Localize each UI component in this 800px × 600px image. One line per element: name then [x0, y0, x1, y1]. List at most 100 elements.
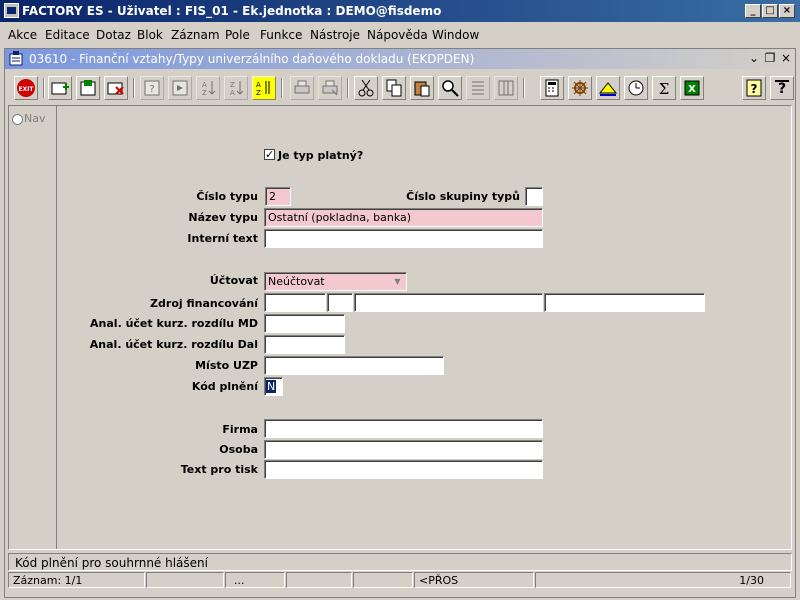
text-pro-tisk-label: Text pro tisk [180, 463, 258, 476]
print-setup-icon[interactable] [318, 76, 342, 100]
toolbar: EXIT ? AZ ZA AZ Σ X ? ? [6, 72, 794, 104]
misto-uzp-label: Místo UZP [195, 359, 258, 372]
form-icon [9, 51, 23, 66]
nav-column: Nav [9, 106, 57, 549]
anal-md-label: Anal. účet kurz. rozdílu MD [90, 317, 258, 330]
paste-icon[interactable] [410, 76, 434, 100]
interni-text-label: Interní text [187, 232, 258, 245]
form-title-bar: 03610 - Finanční vztahy/Typy univerzální… [5, 49, 795, 69]
svg-text:?: ? [778, 81, 786, 97]
menu-funkce[interactable]: Funkce [260, 28, 302, 42]
close-button[interactable]: × [779, 4, 795, 18]
zdroj-field-1[interactable] [264, 293, 326, 312]
clock-icon[interactable] [624, 76, 648, 100]
menu-editace[interactable]: Editace [45, 28, 90, 42]
uctovat-value: Neúčtovat [268, 275, 325, 288]
helm-icon[interactable] [568, 76, 592, 100]
columns-icon[interactable] [494, 76, 518, 100]
calculator-icon[interactable] [540, 76, 564, 100]
copy-icon[interactable] [382, 76, 406, 100]
svg-text:Z: Z [202, 89, 207, 97]
svg-text:EXIT: EXIT [18, 86, 34, 93]
form-restore-button[interactable]: ❐ [763, 51, 777, 66]
je-typ-platny-label: Je typ platný? [278, 149, 364, 162]
svg-text:?: ? [149, 84, 154, 95]
save-icon[interactable] [76, 76, 100, 100]
delete-record-icon[interactable] [104, 76, 128, 100]
svg-text:Σ: Σ [659, 80, 670, 98]
menu-blok[interactable]: Blok [137, 28, 163, 42]
osoba-label: Osoba [219, 443, 258, 456]
mode-indicator: <PŘOS [414, 572, 534, 588]
menu-napoveda[interactable]: Nápověda [367, 28, 428, 42]
zdroj-field-3[interactable] [354, 293, 543, 312]
app-icon[interactable] [4, 3, 19, 18]
excel-icon[interactable]: X [680, 76, 704, 100]
enter-query-icon[interactable]: ? [140, 76, 164, 100]
sort-icon[interactable]: AZ [252, 76, 276, 100]
status-bar: Záznam: 1/1 ... <PŘOS 1/30 [8, 572, 792, 589]
status-message: Kód plnění pro souhrnné hlášení [15, 556, 208, 570]
toolbar-separator [523, 78, 525, 98]
whats-this-icon[interactable]: ? [770, 76, 794, 100]
svg-text:A: A [202, 81, 207, 89]
misto-uzp-field[interactable] [264, 356, 444, 375]
record-counter: Záznam: 1/1 [8, 572, 145, 588]
svg-text:A: A [256, 81, 261, 89]
uctovat-select[interactable]: Neúčtovat ▼ [264, 272, 407, 291]
interni-text-field[interactable] [264, 229, 543, 248]
toolbar-separator [347, 78, 349, 98]
anal-dal-label: Anal. účet kurz. rozdílu Dal [89, 338, 258, 351]
sort-desc-icon[interactable]: ZA [224, 76, 248, 100]
app-title: FACTORY ES - Uživatel : FIS_01 - Ek.jedn… [22, 4, 442, 18]
minimize-button[interactable]: _ [745, 4, 761, 18]
zdroj-field-2[interactable] [327, 293, 353, 312]
cislo-skupiny-field[interactable] [525, 187, 543, 206]
scale-icon[interactable] [596, 76, 620, 100]
cislo-typu-label: Číslo typu [196, 190, 258, 203]
status-cell-blank-2 [286, 572, 352, 588]
toolbar-separator [133, 78, 135, 98]
exit-icon[interactable]: EXIT [14, 76, 38, 100]
search-icon[interactable] [438, 76, 462, 100]
zdroj-field-4[interactable] [544, 293, 705, 312]
insert-record-icon[interactable] [48, 76, 72, 100]
cislo-typu-field[interactable]: 2 [265, 187, 291, 206]
menu-window[interactable]: Window [432, 28, 479, 42]
toolbar-separator [281, 78, 283, 98]
maximize-button[interactable]: □ [762, 4, 778, 18]
page-indicator: 1/30 [535, 572, 791, 588]
menu-pole[interactable]: Pole [225, 28, 250, 42]
je-typ-platny-checkbox[interactable]: ✓ [264, 149, 275, 160]
menu-bar: Akce Editace Dotaz Blok Záznam Pole Funk… [0, 24, 800, 46]
svg-text:Z: Z [230, 81, 235, 89]
anal-dal-field[interactable] [264, 335, 345, 354]
status-cell-blank-1 [146, 572, 224, 588]
sort-asc-icon[interactable]: AZ [196, 76, 220, 100]
status-cell-blank-3 [353, 572, 413, 588]
form-close-button[interactable]: × [779, 51, 793, 66]
chevron-down-icon[interactable]: ▼ [390, 274, 405, 289]
kod-plneni-field[interactable]: N [264, 377, 283, 396]
svg-text:?: ? [751, 82, 758, 96]
menu-dotaz[interactable]: Dotaz [96, 28, 131, 42]
text-pro-tisk-field[interactable] [264, 460, 543, 479]
menu-nastroje[interactable]: Nástroje [310, 28, 360, 42]
print-icon[interactable] [290, 76, 314, 100]
osoba-field[interactable] [264, 440, 543, 459]
zdroj-label: Zdroj financování [150, 297, 258, 310]
menu-akce[interactable]: Akce [8, 28, 37, 42]
nazev-typu-field[interactable]: Ostatní (pokladna, banka) [264, 208, 543, 227]
help-icon[interactable]: ? [742, 76, 766, 100]
anal-md-field[interactable] [264, 314, 345, 333]
menu-zaznam[interactable]: Záznam [171, 28, 220, 42]
cut-icon[interactable] [354, 76, 378, 100]
nazev-typu-label: Název typu [188, 211, 258, 224]
execute-query-icon[interactable] [168, 76, 192, 100]
nav-radio-icon[interactable] [12, 114, 23, 125]
form-minimize-button[interactable]: ⌄ [747, 51, 761, 66]
firma-field[interactable] [264, 419, 543, 438]
list-icon[interactable] [466, 76, 490, 100]
sum-icon[interactable]: Σ [652, 76, 676, 100]
uctovat-label: Účtovat [209, 274, 258, 287]
